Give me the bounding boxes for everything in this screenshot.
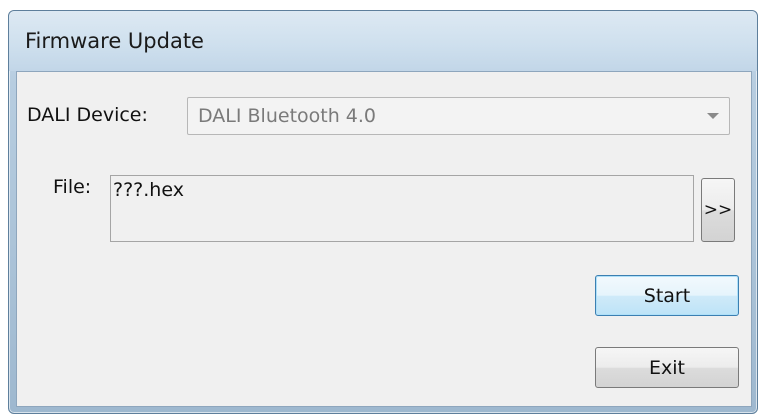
dali-device-selected-value: DALI Bluetooth 4.0 [198, 105, 377, 127]
file-path-field[interactable]: ???.hex [110, 175, 694, 242]
exit-button[interactable]: Exit [595, 347, 739, 388]
file-label: File: [53, 176, 92, 198]
firmware-update-window: Firmware Update DALI Device: DALI Blueto… [8, 10, 758, 414]
title-bar[interactable]: Firmware Update [9, 11, 757, 71]
dialog-body: DALI Device: DALI Bluetooth 4.0 File: ??… [16, 71, 752, 407]
dali-device-label: DALI Device: [27, 104, 148, 126]
dali-device-dropdown[interactable]: DALI Bluetooth 4.0 [187, 97, 730, 135]
window-title: Firmware Update [25, 29, 204, 53]
file-path-value: ???.hex [113, 179, 184, 201]
start-button[interactable]: Start [595, 275, 739, 316]
chevron-down-icon[interactable] [707, 113, 719, 119]
browse-file-button[interactable]: >> [701, 178, 735, 242]
